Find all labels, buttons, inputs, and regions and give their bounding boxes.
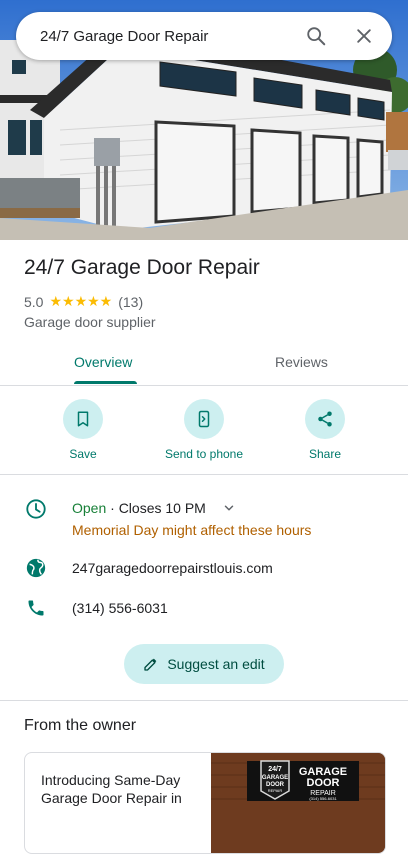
chevron-down-icon[interactable] — [222, 501, 236, 515]
owner-post-card[interactable]: Introducing Same-Day Garage Door Repair … — [24, 752, 386, 854]
sign-logo-line1: 24/7 — [268, 766, 282, 773]
search-button[interactable] — [292, 12, 340, 60]
phone-icon — [24, 596, 48, 620]
search-icon — [307, 27, 326, 46]
owner-post-image: 24/7 GARAGE DOOR REPAIR GARAGE DOOR REPA… — [211, 753, 385, 853]
send-to-phone-icon — [198, 410, 210, 428]
place-tabs: Overview Reviews — [0, 340, 408, 386]
send-to-phone-circle[interactable] — [184, 399, 224, 439]
sign-logo-line2: GARAGE — [262, 775, 288, 781]
save-button[interactable]: Save — [23, 399, 143, 461]
bookmark-icon — [77, 411, 89, 427]
owner-post-text: Introducing Same-Day Garage Door Repair … — [41, 772, 182, 806]
globe-icon — [24, 556, 48, 580]
share-button[interactable]: Share — [265, 399, 385, 461]
sign-phone: (314) 556-6031 — [309, 796, 337, 801]
review-count[interactable]: (13) — [118, 294, 143, 310]
place-title: 24/7 Garage Door Repair — [24, 256, 260, 279]
share-icon — [318, 411, 332, 427]
rating-stars: ★★★★★ — [49, 293, 113, 309]
close-icon — [357, 29, 371, 43]
hours-row[interactable]: Open · Closes 10 PM — [72, 500, 236, 516]
share-button-circle[interactable] — [305, 399, 345, 439]
clock-icon — [24, 497, 48, 521]
sign-brand-b: DOOR — [307, 777, 340, 789]
search-bar[interactable]: 24/7 Garage Door Repair — [16, 12, 392, 60]
open-status: Open — [72, 500, 107, 516]
active-tab-indicator — [74, 381, 137, 384]
section-divider — [0, 700, 408, 701]
sign-logo-line4: REPAIR — [268, 788, 283, 793]
share-label: Share — [308, 447, 342, 461]
send-to-phone-button[interactable]: Send to phone — [144, 399, 264, 461]
action-buttons: Save Send to phone Share — [0, 386, 408, 475]
tab-overview[interactable]: Overview — [74, 354, 132, 370]
rating-summary[interactable]: 5.0 ★★★★★ (13) — [24, 293, 143, 310]
owner-section-title: From the owner — [24, 717, 137, 734]
pencil-icon — [144, 658, 157, 671]
suggest-edit-label: Suggest an edit — [167, 656, 265, 672]
closing-time: · Closes 10 PM — [106, 500, 206, 516]
close-button[interactable] — [340, 12, 388, 60]
place-category[interactable]: Garage door supplier — [24, 314, 156, 330]
tab-reviews[interactable]: Reviews — [275, 354, 328, 370]
save-label: Save — [69, 447, 97, 461]
website-link[interactable]: 247garagedoorrepairstlouis.com — [72, 560, 273, 576]
phone-number[interactable]: (314) 556-6031 — [72, 600, 168, 616]
send-to-phone-label: Send to phone — [164, 447, 244, 461]
rating-value: 5.0 — [24, 293, 44, 310]
holiday-hours-notice: Memorial Day might affect these hours — [72, 522, 312, 538]
search-input[interactable]: 24/7 Garage Door Repair — [40, 28, 292, 45]
suggest-edit-button[interactable]: Suggest an edit — [124, 644, 284, 684]
save-button-circle[interactable] — [63, 399, 103, 439]
